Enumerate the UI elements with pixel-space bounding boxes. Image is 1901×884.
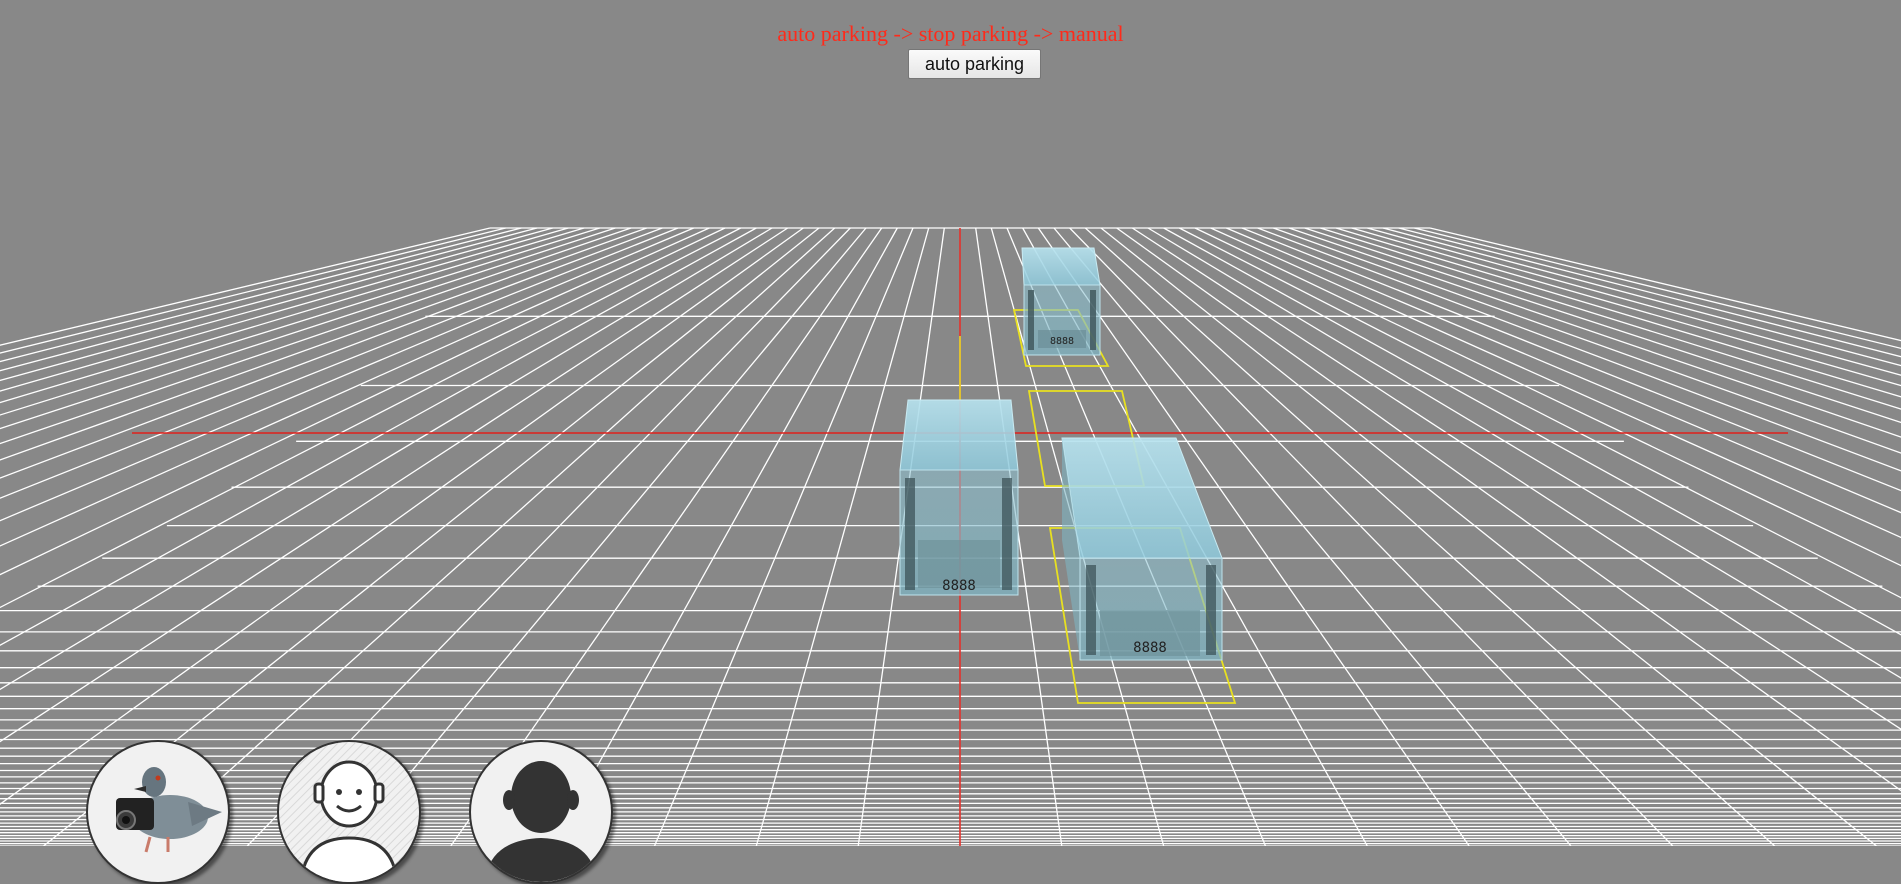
pigeon-camera-avatar[interactable] [86,740,230,884]
auto-parking-button[interactable]: auto parking [908,49,1041,79]
grid-column-line [0,227,506,354]
plate-left: 8888 [942,578,976,594]
grid-column-line [1414,227,1901,350]
mode-sequence-text: auto parking -> stop parking -> manual [777,21,1124,46]
grid-column-line [1226,227,1901,514]
grid-column-line [1304,227,1901,424]
smiling-person-icon [279,742,419,882]
grid-column-line [1320,227,1901,410]
grid-column-line [0,227,538,372]
grid-column-line [653,227,914,846]
silhouette-avatar[interactable] [469,740,613,884]
vehicle-left[interactable]: 8888 [899,399,1019,596]
person-silhouette-icon [485,761,597,882]
grid-column-line [1257,227,1901,472]
plate-right: 8888 [1133,640,1167,656]
pigeon-camera-icon [116,767,222,853]
vehicle-right[interactable]: 8888 [1061,437,1223,661]
grid-column-line [1131,227,1901,730]
vehicle-far[interactable]: 8888 [1021,247,1101,356]
smiling-face-avatar[interactable] [277,740,421,884]
grid-column-line [1179,227,1901,599]
grid-column-line [1382,227,1901,367]
grid-column-line [1210,227,1901,539]
parking-3d-scene[interactable]: 8888 8888 8888 [0,0,1901,846]
grid-column-line [1288,227,1901,438]
grid-column-line [0,227,553,382]
plate-far: 8888 [1050,336,1074,347]
grid-column-line [1241,227,1901,492]
